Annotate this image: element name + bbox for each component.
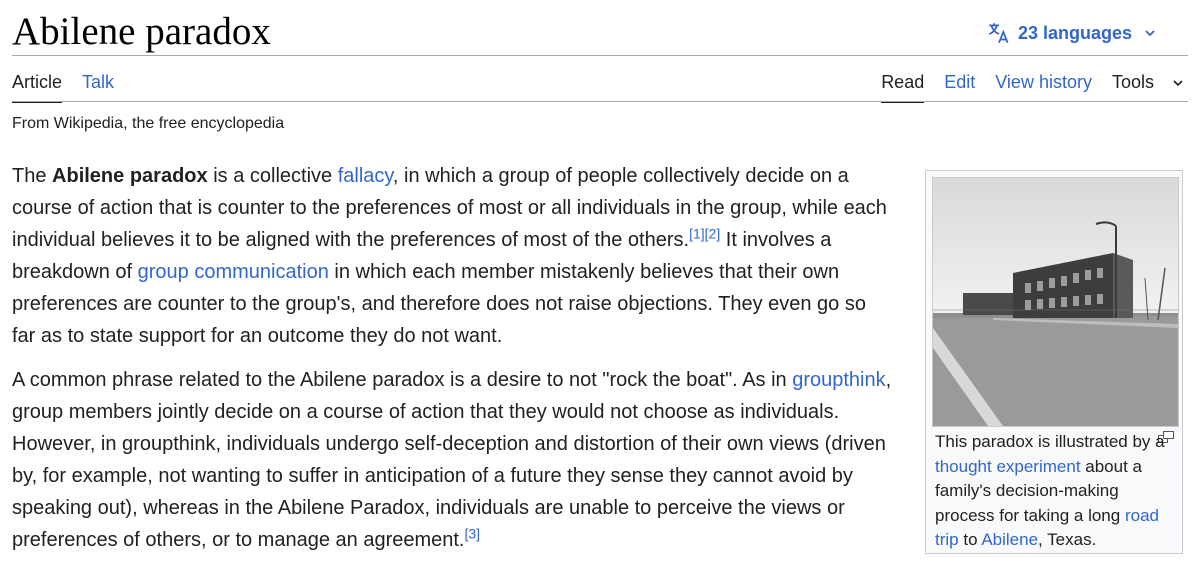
link-groupthink[interactable]: groupthink (792, 369, 885, 391)
translate-icon (988, 23, 1009, 44)
page-title: Abilene paradox (12, 10, 271, 53)
text: This paradox is illustrated by a (935, 432, 1165, 451)
site-tagline: From Wikipedia, the free encyclopedia (12, 115, 285, 132)
language-selector[interactable]: 23 languages (986, 20, 1156, 46)
languages-label: 23 languages (1017, 22, 1132, 43)
chevron-down-icon (1145, 30, 1155, 37)
link-abilene[interactable]: Abilene (981, 530, 1038, 549)
text: , Texas. (1038, 530, 1097, 549)
figure-caption: This paradox is illustrated by a thought… (935, 430, 1167, 553)
text: , group members jointly decide on a cour… (12, 369, 892, 551)
tools-menu[interactable]: Tools (1112, 70, 1184, 103)
citation-2[interactable]: [2] (705, 225, 721, 241)
text: is a collective (207, 165, 338, 187)
tab-view-history[interactable]: View history (995, 70, 1092, 103)
thumbnail-figure: This paradox is illustrated by a thought… (925, 170, 1183, 554)
tabs-divider (12, 101, 1188, 102)
text: A common phrase related to the Abilene p… (12, 369, 793, 391)
namespace-tabs: Article Talk (12, 70, 134, 103)
tools-label: Tools (1111, 72, 1154, 92)
chevron-down-icon (1173, 79, 1183, 86)
tab-read[interactable]: Read (881, 70, 925, 103)
link-group-communication[interactable]: group communication (138, 261, 329, 283)
bold-term: Abilene paradox (52, 165, 208, 187)
citation-1[interactable]: [1] (689, 225, 705, 241)
text: The (12, 165, 53, 187)
tab-talk[interactable]: Talk (82, 70, 114, 103)
tab-article[interactable]: Article (12, 70, 63, 103)
view-tabs: Read Edit View history Tools (881, 70, 1184, 103)
citation-3[interactable]: [3] (465, 525, 481, 541)
link-fallacy[interactable]: fallacy (338, 165, 393, 187)
photo-illustration (933, 178, 1178, 426)
article-body: The Abilene paradox is a collective fall… (12, 160, 892, 568)
abilene-building-photo[interactable] (932, 177, 1179, 427)
link-thought-experiment[interactable]: thought experiment (935, 457, 1081, 476)
paragraph: A common phrase related to the Abilene p… (12, 364, 892, 556)
text: to (958, 530, 982, 549)
tab-edit[interactable]: Edit (944, 70, 975, 103)
title-divider (12, 55, 1188, 56)
paragraph: The Abilene paradox is a collective fall… (12, 160, 892, 352)
